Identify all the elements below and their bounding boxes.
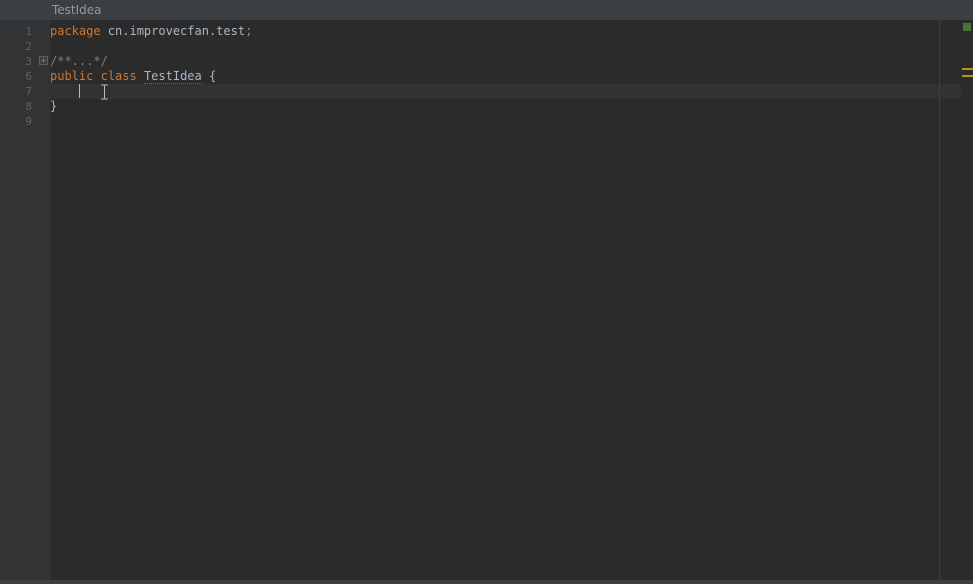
line-number[interactable]: 9 [0,114,50,129]
warning-stripe-marker[interactable] [962,75,973,77]
inspection-ok-icon[interactable] [963,23,971,31]
line-number-gutter[interactable]: 123+6789 [0,20,50,580]
line-number[interactable]: 2 [0,39,50,54]
indent [50,84,79,98]
keyword-package: package [50,24,101,38]
warning-stripe-marker[interactable] [962,68,973,70]
package-path: cn.improvecfan.test [101,24,246,38]
keyword-class: class [101,69,137,83]
semicolon: ; [245,24,252,38]
line-number[interactable]: 1 [0,24,50,39]
close-brace: } [50,99,57,113]
editor-area: 123+6789 package cn.improvecfan.test; /*… [0,20,973,580]
code-line: /**...*/ [50,54,973,69]
status-bar [0,580,973,584]
class-identifier: TestIdea [144,69,202,84]
error-stripe[interactable] [961,20,973,580]
open-brace: { [202,69,216,83]
line-number[interactable]: 7 [0,84,50,99]
folded-javadoc[interactable]: /**...*/ [50,54,108,68]
code-text-area[interactable]: package cn.improvecfan.test; /**...*/ pu… [50,20,973,580]
text-caret [79,84,80,98]
keyword-public: public [50,69,93,83]
right-margin-guide [939,20,940,580]
line-number[interactable]: 8 [0,99,50,114]
code-line-current[interactable] [50,84,973,99]
breadcrumb-title[interactable]: TestIdea [52,3,102,17]
line-number[interactable]: 3+ [0,54,50,69]
line-number[interactable]: 6 [0,69,50,84]
code-line: package cn.improvecfan.test; [50,24,973,39]
code-line: } [50,99,973,114]
code-line-empty [50,39,973,54]
breadcrumb-bar[interactable]: TestIdea [0,0,973,20]
code-line: public class TestIdea { [50,69,973,84]
code-line-empty [50,114,973,129]
fold-expand-icon[interactable]: + [39,56,48,65]
